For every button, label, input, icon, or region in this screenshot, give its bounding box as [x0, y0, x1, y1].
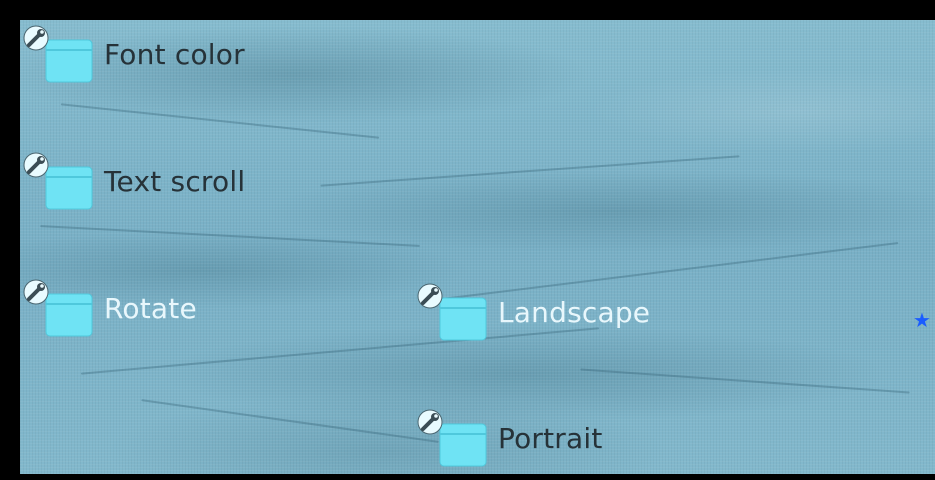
menu-item-label: Landscape [498, 295, 651, 329]
settings-folder-icon [22, 24, 94, 84]
settings-folder-icon [22, 151, 94, 211]
menu-item-text-scroll[interactable]: Text scroll [22, 151, 245, 211]
menu-item-label: Text scroll [104, 164, 246, 198]
background-texture [580, 368, 910, 394]
background-texture [320, 155, 740, 187]
settings-folder-icon [22, 278, 94, 338]
menu-item-landscape[interactable]: Landscape [416, 282, 650, 342]
menu-item-label: Font color [104, 37, 245, 71]
menu-item-font-color[interactable]: Font color [22, 24, 245, 84]
settings-folder-icon [416, 408, 488, 468]
menu-item-label: Rotate [104, 291, 197, 325]
background-texture [60, 103, 380, 139]
menu-item-portrait[interactable]: Portrait [416, 408, 603, 468]
background-texture [40, 225, 420, 247]
display-frame: Font color Text scroll Rotate Landscape … [0, 0, 935, 480]
selected-star-icon: ★ [913, 308, 931, 332]
menu-screen: Font color Text scroll Rotate Landscape … [20, 20, 935, 474]
menu-item-label: Portrait [498, 421, 603, 455]
menu-item-rotate[interactable]: Rotate [22, 278, 197, 338]
background-texture [141, 399, 439, 443]
settings-folder-icon [416, 282, 488, 342]
